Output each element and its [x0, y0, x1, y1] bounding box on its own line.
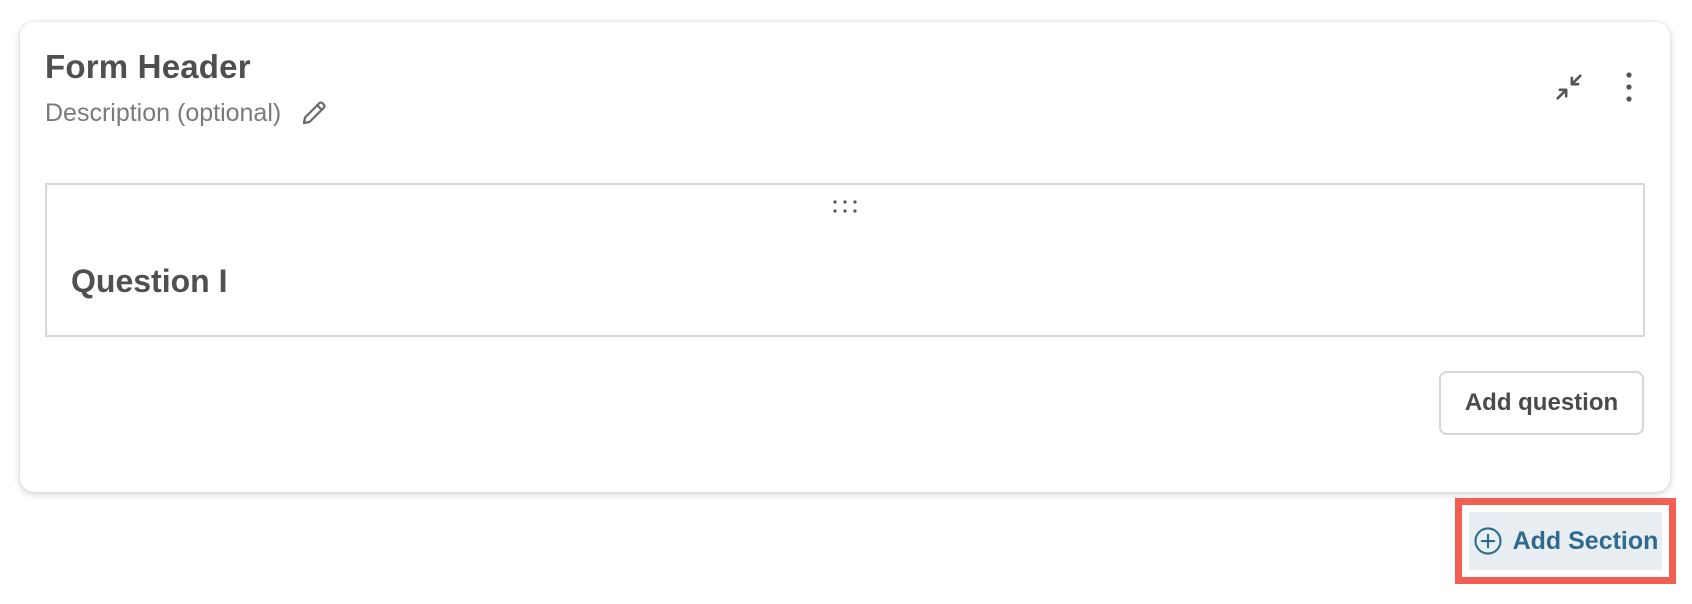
collapse-arrows-icon[interactable]	[1552, 70, 1586, 104]
description-row: Description (optional)	[45, 98, 329, 128]
question-block[interactable]: Question I	[45, 183, 1645, 337]
description-placeholder[interactable]: Description (optional)	[45, 99, 281, 128]
add-section-button[interactable]: Add Section	[1469, 512, 1662, 570]
header-actions	[1552, 70, 1634, 104]
vertical-ellipsis-icon[interactable]	[1624, 70, 1634, 104]
add-section-highlight: Add Section	[1455, 498, 1676, 584]
add-section-label: Add Section	[1512, 526, 1659, 555]
pencil-icon[interactable]	[299, 98, 329, 128]
form-section-card: Form Header Description (optional) Quest…	[20, 22, 1670, 492]
drag-dots-icon[interactable]	[832, 199, 858, 220]
form-title[interactable]: Form Header	[45, 48, 251, 86]
plus-circle-icon	[1473, 526, 1503, 556]
question-title: Question I	[71, 263, 228, 299]
add-question-button[interactable]: Add question	[1439, 371, 1644, 435]
